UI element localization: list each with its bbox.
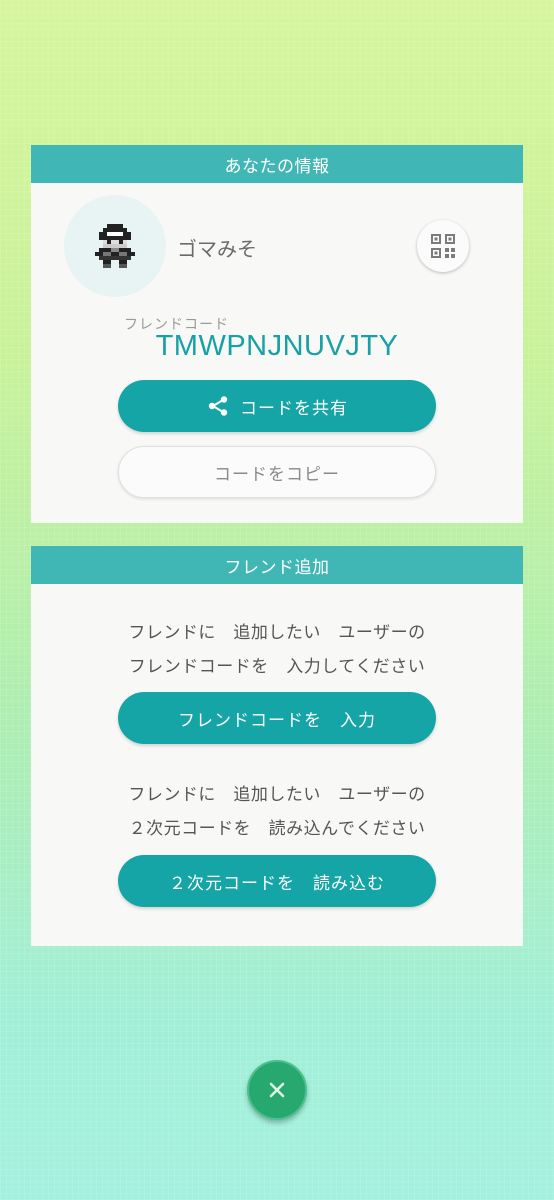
input-instruction: フレンドに 追加したい ユーザーの フレンドコードを 入力してください [31,616,523,684]
your-info-header: あなたの情報 [31,145,523,183]
scan-instruction: フレンドに 追加したい ユーザーの ２次元コードを 読み込んでください [31,778,523,846]
friend-code-value: TMWPNJNUVJTY [155,330,399,362]
close-icon [269,1082,285,1098]
scan-instruction-line1: フレンドに 追加したい ユーザーの [128,785,426,805]
share-code-label: コードを共有 [240,398,348,419]
enter-friend-code-label: フレンドコードを 入力 [178,710,376,731]
add-friend-card: フレンド追加 フレンドに 追加したい ユーザーの フレンドコードを 入力してくだ… [31,546,523,946]
share-icon [206,394,230,418]
trainer-avatar-icon [95,224,135,268]
input-instruction-line1: フレンドに 追加したい ユーザーの [128,623,426,643]
scan-qr-code-label: ２次元コードを 読み込む [169,873,385,894]
copy-code-button[interactable]: コードをコピー [118,446,436,498]
scan-instruction-line2: ２次元コードを 読み込んでください [128,819,426,839]
share-code-button[interactable]: コードを共有 [118,380,436,432]
add-friend-header: フレンド追加 [31,546,523,584]
qr-code-button[interactable] [417,220,469,272]
input-instruction-line2: フレンドコードを 入力してください [128,657,426,677]
copy-code-label: コードをコピー [214,464,340,485]
enter-friend-code-button[interactable]: フレンドコードを 入力 [118,692,436,744]
scan-qr-code-button[interactable]: ２次元コードを 読み込む [118,855,436,907]
qr-code-icon [431,234,455,258]
user-name: ゴマみそ [177,237,257,261]
your-info-card: あなたの情報 ゴマみそ フレンドコード TMWPNJNUVJTY コードを共有 … [31,145,523,523]
avatar[interactable] [64,195,166,297]
close-button[interactable] [247,1060,307,1120]
